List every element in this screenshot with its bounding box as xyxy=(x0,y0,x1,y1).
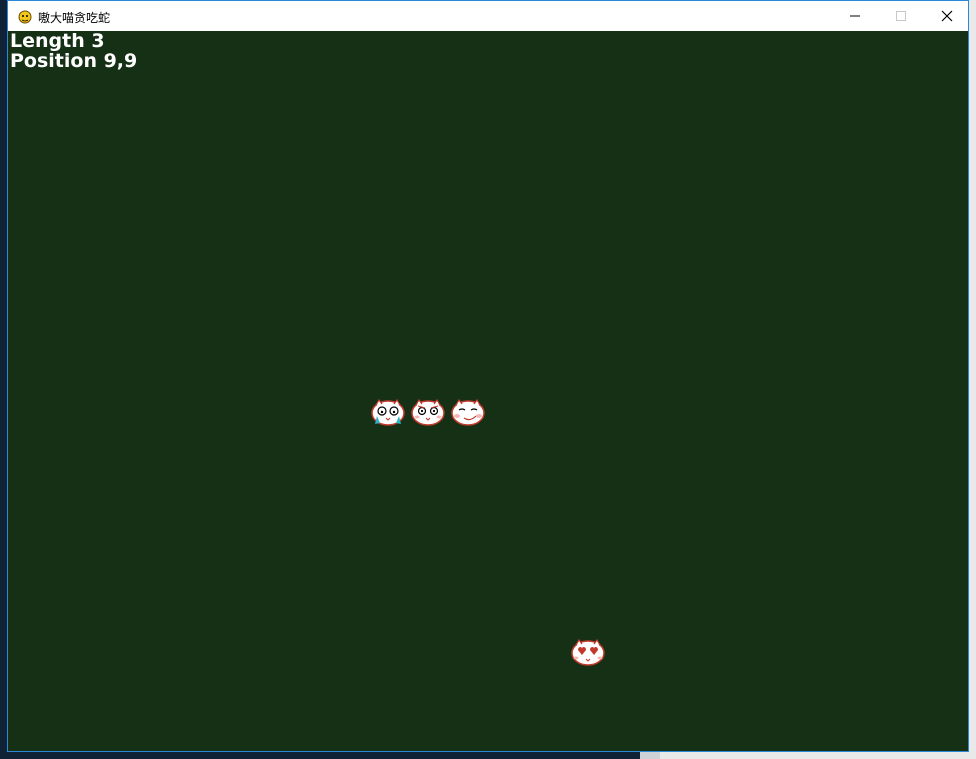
snake-head-smirking-cat-icon xyxy=(451,398,485,426)
maximize-button[interactable] xyxy=(878,1,924,31)
position-label: Position 9,9 xyxy=(10,50,138,72)
game-canvas[interactable]: Length 3 Position 9,9 xyxy=(8,31,968,751)
minimize-button[interactable] xyxy=(832,1,878,31)
title-bar[interactable]: 嗷大喵贪吃蛇 xyxy=(8,1,968,31)
length-label: Length 3 xyxy=(10,31,105,52)
game-window: 嗷大喵贪吃蛇 Length 3 Position 9,9 xyxy=(7,0,969,752)
pygame-snake-icon xyxy=(18,10,32,24)
close-button[interactable] xyxy=(924,1,970,31)
minimize-icon xyxy=(850,15,860,17)
window-title: 嗷大喵贪吃蛇 xyxy=(38,11,111,25)
snake-segment-crying-cat-icon xyxy=(371,398,405,426)
food-heart-eyes-cat-icon xyxy=(571,638,605,666)
snake-segment-worried-cat-icon xyxy=(411,398,445,426)
maximize-icon xyxy=(896,11,906,21)
close-icon xyxy=(941,10,953,22)
